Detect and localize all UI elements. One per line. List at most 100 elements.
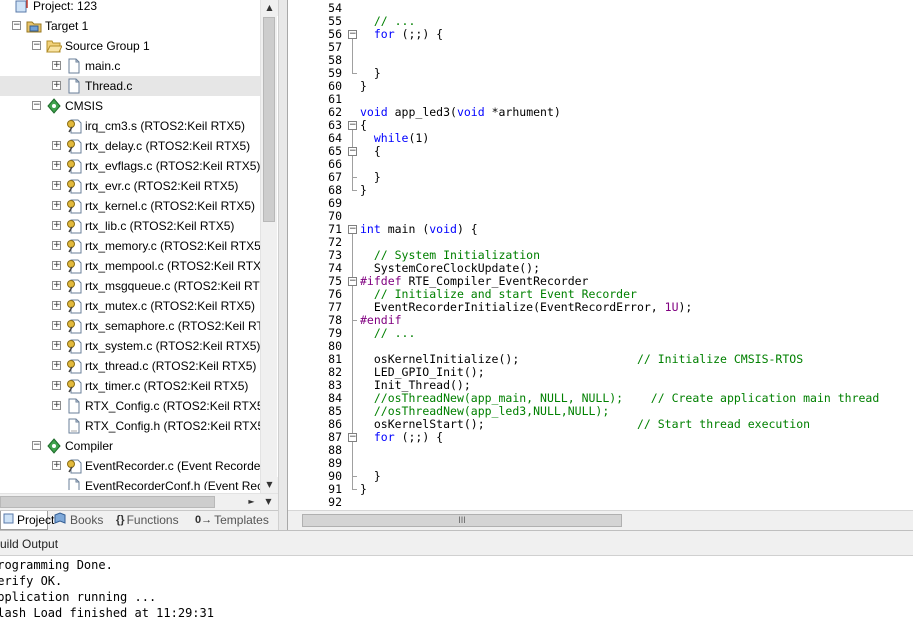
collapse-icon[interactable]: −: [32, 41, 41, 50]
component-file-icon: [66, 298, 82, 314]
expand-icon[interactable]: +: [52, 281, 61, 290]
tree-item[interactable]: Project: 123: [0, 0, 260, 16]
tree-item[interactable]: + Thread.c: [0, 76, 260, 96]
tree-item[interactable]: + rtx_evflags.c (RTOS2:Keil RTX5): [0, 156, 260, 176]
build-output-pane[interactable]: Programming Done. Verify OK. Application r…: [0, 556, 913, 623]
tree-item[interactable]: + rtx_delay.c (RTOS2:Keil RTX5): [0, 136, 260, 156]
tab-label: Functions: [126, 513, 179, 527]
scrollbar-thumb[interactable]: III: [302, 514, 622, 527]
panel-splitter[interactable]: [278, 0, 288, 530]
code-line[interactable]: EventRecorderInitialize(EventRecordError…: [360, 301, 693, 314]
tab-books[interactable]: Books: [52, 511, 110, 530]
code-line[interactable]: int main (void) {: [360, 223, 478, 236]
scroll-down-icon[interactable]: ▼: [261, 477, 278, 493]
tree-item[interactable]: + rtx_memory.c (RTOS2:Keil RTX5): [0, 236, 260, 256]
fold-end: [352, 489, 357, 490]
line-number-gutter: 54 55 56 57 58 59 60 61 62 63 64 65 66 67 68 69 70 71 72 73…: [288, 0, 357, 510]
expand-icon[interactable]: +: [52, 241, 61, 250]
tree-item[interactable]: + rtx_mutex.c (RTOS2:Keil RTX5): [0, 296, 260, 316]
tree-item[interactable]: − CMSIS: [0, 96, 260, 116]
code-line[interactable]: for (;;) {: [360, 28, 443, 41]
tree-item[interactable]: − Target 1: [0, 16, 260, 36]
expand-icon[interactable]: +: [52, 141, 61, 150]
expand-icon[interactable]: +: [52, 201, 61, 210]
tab-project[interactable]: Project: [0, 511, 54, 530]
fold-collapse-icon[interactable]: −: [348, 225, 357, 234]
expand-icon[interactable]: +: [52, 181, 61, 190]
line-number: 92: [328, 495, 342, 509]
tree-item[interactable]: + main.c: [0, 56, 260, 76]
fold-collapse-icon[interactable]: −: [348, 433, 357, 442]
scrollbar-thumb[interactable]: [0, 496, 215, 508]
component-file-icon: [66, 378, 82, 394]
code-line[interactable]: {: [360, 145, 381, 158]
expand-icon[interactable]: +: [52, 361, 61, 370]
code-line[interactable]: // ...: [360, 327, 416, 340]
tree-item[interactable]: + rtx_system.c (RTOS2:Keil RTX5): [0, 336, 260, 356]
fold-guide: [352, 286, 353, 321]
tree-item[interactable]: + EventRecorder.c (Event Recorder: [0, 456, 260, 476]
tree-item[interactable]: − Source Group 1: [0, 36, 260, 56]
tab-templates[interactable]: 0→ Templates: [193, 511, 271, 530]
component-file-icon: [66, 118, 82, 134]
tree-item[interactable]: + RTX_Config.c (RTOS2:Keil RTX5): [0, 396, 260, 416]
expand-icon[interactable]: +: [52, 61, 61, 70]
expand-icon[interactable]: +: [52, 161, 61, 170]
c-file-icon: [66, 78, 82, 94]
code-line[interactable]: }: [360, 80, 367, 93]
tree-item[interactable]: + rtx_mempool.c (RTOS2:Keil RTX5: [0, 256, 260, 276]
tab-functions[interactable]: {} Functions: [114, 511, 189, 530]
scrollbar-thumb[interactable]: [263, 17, 275, 222]
code-line[interactable]: }: [360, 184, 367, 197]
scroll-right-icon[interactable]: ►: [243, 494, 260, 510]
expand-icon[interactable]: +: [52, 381, 61, 390]
tree-item[interactable]: + rtx_msgqueue.c (RTOS2:Keil RTX: [0, 276, 260, 296]
expand-icon[interactable]: +: [52, 401, 61, 410]
expand-icon[interactable]: +: [52, 261, 61, 270]
tree-item[interactable]: + rtx_lib.c (RTOS2:Keil RTX5): [0, 216, 260, 236]
project-horizontal-scrollbar[interactable]: ► ▼: [0, 493, 278, 510]
ide-window: Project: 123− Target 1− Source Group 1 + mai…: [0, 0, 913, 623]
tree-item[interactable]: RTX_Config.h (RTOS2:Keil RTX5): [0, 416, 260, 436]
collapse-icon[interactable]: −: [32, 441, 41, 450]
expand-icon[interactable]: +: [52, 221, 61, 230]
code-line[interactable]: for (;;) {: [360, 431, 443, 444]
expand-icon[interactable]: +: [52, 461, 61, 470]
expand-icon[interactable]: +: [52, 301, 61, 310]
code-editor[interactable]: 54 55 56 57 58 59 60 61 62 63 64 65 66 67 68 69 70 71 72 73…: [288, 0, 913, 510]
fold-collapse-icon[interactable]: −: [348, 147, 357, 156]
tree-item[interactable]: + rtx_thread.c (RTOS2:Keil RTX5): [0, 356, 260, 376]
collapse-icon[interactable]: −: [32, 101, 41, 110]
scroll-up-icon[interactable]: ▲: [261, 0, 278, 16]
h-file-icon: [66, 478, 82, 490]
code-line[interactable]: }: [360, 483, 367, 496]
project-panel-tabs: Project Books{} Functions 0→ Templates: [0, 510, 283, 530]
tree-item[interactable]: EventRecorderConf.h (Event Rec: [0, 476, 260, 490]
scroll-down-icon[interactable]: ▼: [260, 494, 277, 510]
tree-item[interactable]: + rtx_evr.c (RTOS2:Keil RTX5): [0, 176, 260, 196]
tree-item-label: rtx_evflags.c (RTOS2:Keil RTX5): [85, 159, 260, 173]
tree-item[interactable]: + rtx_timer.c (RTOS2:Keil RTX5): [0, 376, 260, 396]
tree-item[interactable]: + rtx_kernel.c (RTOS2:Keil RTX5): [0, 196, 260, 216]
expand-icon[interactable]: +: [52, 341, 61, 350]
fold-collapse-icon[interactable]: −: [348, 30, 357, 39]
tree-item[interactable]: + rtx_semaphore.c (RTOS2:Keil RT: [0, 316, 260, 336]
tree-item[interactable]: irq_cm3.s (RTOS2:Keil RTX5): [0, 116, 260, 136]
fold-end: [352, 177, 357, 178]
component-file-icon: [66, 258, 82, 274]
project-vertical-scrollbar[interactable]: ▲ ▼: [260, 0, 278, 493]
code-line[interactable]: void app_led3(void *arhument): [360, 106, 561, 119]
c-file-icon: [66, 398, 82, 414]
project-tree[interactable]: Project: 123− Target 1− Source Group 1 + mai…: [0, 0, 260, 490]
expand-icon[interactable]: +: [52, 321, 61, 330]
expand-icon[interactable]: +: [52, 81, 61, 90]
collapse-icon[interactable]: −: [12, 21, 21, 30]
editor-horizontal-scrollbar[interactable]: III: [288, 510, 913, 530]
component-file-icon: [66, 458, 82, 474]
fold-guide: [352, 39, 353, 74]
fold-collapse-icon[interactable]: −: [348, 121, 357, 130]
tree-item[interactable]: − Compiler: [0, 436, 260, 456]
tree-item-label: RTX_Config.c (RTOS2:Keil RTX5): [85, 399, 260, 413]
component-file-icon: [66, 358, 82, 374]
fold-collapse-icon[interactable]: −: [348, 277, 357, 286]
